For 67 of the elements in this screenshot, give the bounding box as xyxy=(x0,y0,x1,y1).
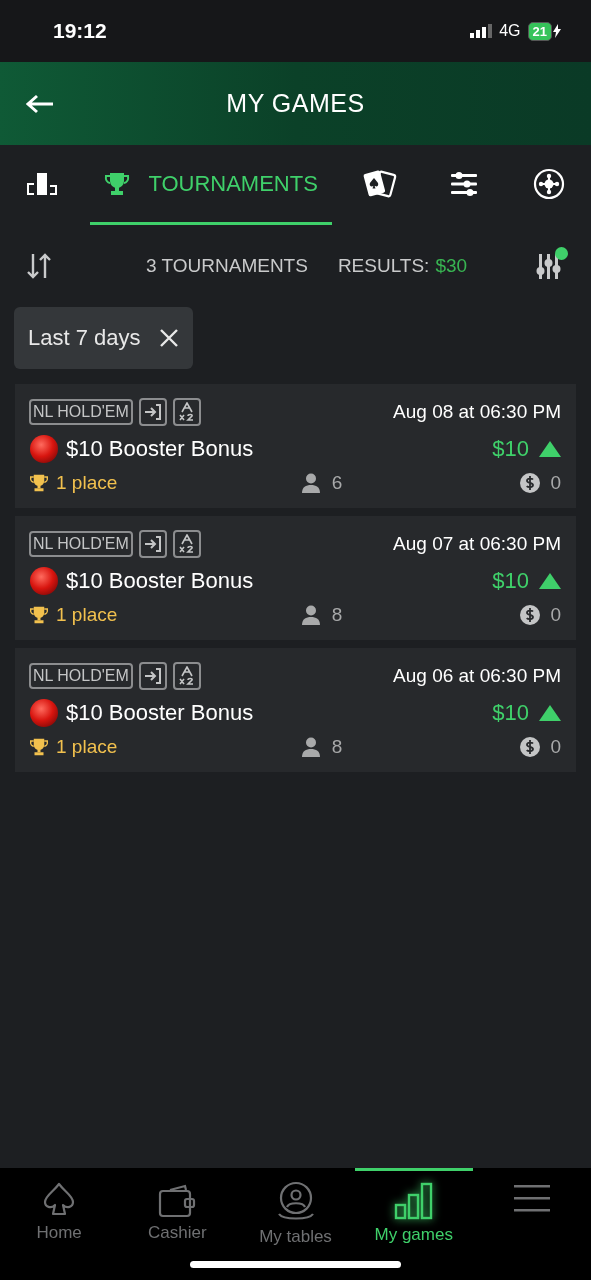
late-register-icon xyxy=(138,530,167,558)
nav-item[interactable]: My tables xyxy=(236,1168,355,1280)
results-label: RESULTS: xyxy=(337,255,430,277)
target-icon xyxy=(532,167,565,200)
status-ball-icon xyxy=(29,698,59,728)
finish-place: 1 place xyxy=(56,604,118,626)
player-icon xyxy=(301,737,320,757)
trophy-icon xyxy=(29,606,49,624)
dollar-coin-icon xyxy=(520,605,541,625)
player-count: 8 xyxy=(331,604,343,626)
player-count: 6 xyxy=(331,472,343,494)
bounty-count: 0 xyxy=(550,472,561,494)
trophy-icon xyxy=(29,474,49,492)
battery-indicator: 21 xyxy=(527,21,552,41)
nav-item[interactable]: Cashier xyxy=(118,1168,237,1280)
prize-amount: $10 xyxy=(492,700,529,726)
game-type-tag: NL HOLD'EM xyxy=(29,399,133,425)
player-icon xyxy=(301,605,320,625)
tournament-name: $10 Booster Bonus xyxy=(66,436,254,462)
signal-icon xyxy=(470,24,493,38)
up-triangle-icon xyxy=(539,441,561,457)
status-ball-icon xyxy=(29,434,59,464)
double-rebuy-icon xyxy=(172,530,201,558)
tournament-card[interactable]: NL HOLD'EM Aug 08 at 06:30 PM $10 Booster Bonus $10 1 place 6 0 xyxy=(15,384,576,508)
tournament-count: 3 TOURNAMENTS xyxy=(146,255,308,277)
cards-icon xyxy=(362,168,399,199)
prize-amount: $10 xyxy=(492,436,529,462)
player-count: 8 xyxy=(331,736,343,758)
game-type-tag: NL HOLD'EM xyxy=(29,663,133,689)
status-time: 19:12 xyxy=(53,19,107,43)
tournament-card[interactable]: NL HOLD'EM Aug 07 at 06:30 PM $10 Booster Bonus $10 1 place 8 0 xyxy=(15,516,576,640)
back-arrow-icon[interactable] xyxy=(26,93,54,114)
double-rebuy-icon xyxy=(172,398,201,426)
screen-title: MY GAMES xyxy=(225,89,366,118)
tournament-name: $10 Booster Bonus xyxy=(66,568,254,594)
finish-place: 1 place xyxy=(56,736,118,758)
filter-chip[interactable]: Last 7 days xyxy=(14,307,193,369)
bar-chart-icon xyxy=(392,1181,435,1221)
results-value: $30 xyxy=(435,255,468,277)
bounty-count: 0 xyxy=(550,736,561,758)
tab[interactable]: TOURNAMENTS xyxy=(90,145,332,225)
late-register-icon xyxy=(138,662,167,690)
sliders-icon xyxy=(450,170,479,197)
dollar-coin-icon xyxy=(520,473,541,493)
tournament-date: Aug 06 at 06:30 PM xyxy=(393,665,561,687)
sort-icon[interactable] xyxy=(26,252,52,280)
finish-place: 1 place xyxy=(56,472,118,494)
game-type-tag: NL HOLD'EM xyxy=(29,531,133,557)
tournament-date: Aug 07 at 06:30 PM xyxy=(393,533,561,555)
tournament-card[interactable]: NL HOLD'EM Aug 06 at 06:30 PM $10 Booster Bonus $10 1 place 8 0 xyxy=(15,648,576,772)
dollar-coin-icon xyxy=(520,737,541,757)
status-ball-icon xyxy=(29,566,59,596)
late-register-icon xyxy=(138,398,167,426)
tournament-name: $10 Booster Bonus xyxy=(66,700,254,726)
double-rebuy-icon xyxy=(172,662,201,690)
nav-item[interactable]: Home xyxy=(0,1168,119,1280)
up-triangle-icon xyxy=(539,705,561,721)
trophy-icon xyxy=(29,738,49,756)
bounty-count: 0 xyxy=(550,604,561,626)
prize-amount: $10 xyxy=(492,568,529,594)
up-triangle-icon xyxy=(539,573,561,589)
trophy-icon xyxy=(104,171,131,196)
player-icon xyxy=(301,473,320,493)
close-icon[interactable] xyxy=(158,328,179,348)
podium-icon xyxy=(25,170,60,197)
network-label: 4G xyxy=(499,22,521,40)
tournament-date: Aug 08 at 06:30 PM xyxy=(393,401,561,423)
